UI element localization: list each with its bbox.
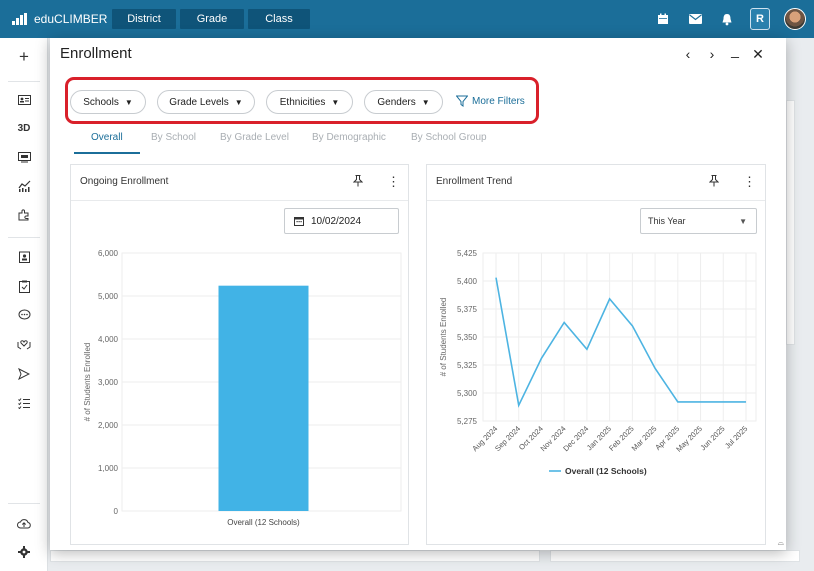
modal-title: Enrollment	[60, 45, 132, 62]
pin-icon[interactable]	[708, 175, 720, 190]
card-title: Ongoing Enrollment	[80, 176, 169, 187]
x-tick-label: Overall (12 Schools)	[227, 518, 300, 527]
minimize-icon[interactable]: _	[728, 42, 742, 58]
line-chart-icon[interactable]	[14, 176, 34, 196]
3d-view-icon[interactable]: 3D	[14, 118, 34, 138]
y-tick-label: 4,000	[98, 335, 119, 344]
more-filters-label: More Filters	[472, 95, 525, 107]
kebab-menu-icon[interactable]: ⋮	[743, 174, 756, 190]
caret-down-icon: ▼	[331, 97, 340, 107]
bar-chart-logo-icon	[12, 13, 27, 25]
bell-icon[interactable]	[718, 10, 736, 28]
tab-by-grade-level[interactable]: By Grade Level	[220, 132, 289, 143]
y-axis-label: # of Students Enrolled	[83, 343, 92, 422]
hands-heart-icon[interactable]	[14, 334, 34, 354]
date-picker[interactable]: 10/02/2024	[284, 208, 399, 234]
x-tick-label: Jul 2025	[723, 424, 749, 450]
background-panel	[50, 550, 540, 562]
clipboard-icon[interactable]	[14, 276, 34, 296]
series-line	[495, 277, 746, 408]
x-tick-label: Jun 2025	[698, 424, 726, 452]
next-chevron-icon[interactable]: ›	[705, 46, 719, 62]
puzzle-icon[interactable]	[14, 205, 34, 225]
ongoing-enrollment-chart: 0 1,000 2,000 3,000 4,000 5,000 6,000 Overall (…	[83, 249, 402, 527]
enrollment-trend-card: Enrollment Trend ⋮ This Year ▼ 5,275 5,30…	[426, 164, 766, 545]
y-tick-label: 5,000	[98, 292, 119, 301]
cloud-upload-icon[interactable]	[14, 513, 34, 533]
close-icon[interactable]: ✕	[751, 46, 765, 63]
brand[interactable]: eduCLIMBER	[0, 12, 112, 26]
active-tab-indicator	[74, 152, 140, 154]
tab-by-school-group[interactable]: By School Group	[411, 132, 487, 143]
y-tick-label: 6,000	[98, 249, 119, 258]
gear-icon[interactable]	[14, 542, 34, 562]
y-tick-label: 3,000	[98, 378, 119, 387]
id-card-icon[interactable]	[14, 90, 34, 110]
y-tick-label: 1,000	[98, 464, 119, 473]
pin-icon[interactable]	[352, 175, 364, 190]
period-value: This Year	[648, 216, 686, 226]
period-select[interactable]: This Year ▼	[640, 208, 757, 234]
previous-chevron-icon[interactable]: ‹	[681, 46, 695, 62]
genders-filter-button[interactable]: Genders ▼	[364, 90, 443, 114]
bar	[218, 285, 309, 511]
top-bar: eduCLIMBER District Grade Class R	[0, 0, 814, 38]
caret-down-icon: ▼	[739, 217, 747, 226]
calendar-icon	[294, 217, 304, 226]
y-tick-label: 5,425	[457, 249, 478, 258]
monitor-icon[interactable]	[14, 147, 34, 167]
nav-district-button[interactable]: District	[112, 9, 176, 29]
ongoing-enrollment-card: Ongoing Enrollment ⋮ 10/02/2024 0 1,000 2,…	[70, 164, 409, 545]
plus-icon[interactable]: +	[14, 47, 34, 67]
background-panel	[786, 100, 795, 345]
filter-label: Ethnicities	[279, 96, 326, 108]
date-value: 10/02/2024	[311, 215, 362, 227]
tab-overall[interactable]: Overall	[91, 132, 123, 143]
filter-label: Grade Levels	[169, 96, 229, 108]
mail-icon[interactable]	[686, 10, 704, 28]
y-tick-label: 5,400	[457, 277, 478, 286]
nav-class-button[interactable]: Class	[248, 9, 310, 29]
x-tick-label: Sep 2024	[493, 424, 522, 453]
caret-down-icon: ▼	[421, 97, 430, 107]
kebab-menu-icon[interactable]: ⋮	[387, 174, 400, 190]
resize-handle-icon[interactable]: ⌓	[778, 538, 784, 548]
send-icon[interactable]	[14, 364, 34, 384]
y-tick-label: 2,000	[98, 421, 119, 430]
y-tick-label: 5,325	[457, 361, 478, 370]
badge-icon[interactable]	[14, 247, 34, 267]
more-filters-link[interactable]: More Filters	[456, 95, 525, 107]
tab-by-school[interactable]: By School	[151, 132, 196, 143]
card-title: Enrollment Trend	[436, 176, 513, 187]
legend-label: Overall (12 Schools)	[565, 466, 647, 476]
caret-down-icon: ▼	[234, 97, 243, 107]
enrollment-trend-chart: 5,2755,3005,3255,3505,3755,4005,425Aug 2…	[439, 249, 757, 476]
enrollment-modal: Enrollment ‹ › _ ✕ Schools ▼ Grade Levels…	[50, 38, 786, 550]
tab-by-demographic[interactable]: By Demographic	[312, 132, 386, 143]
background-panel	[550, 550, 800, 562]
feedback-icon[interactable]	[14, 305, 34, 325]
profile-badge[interactable]: R	[750, 8, 770, 30]
y-tick-label: 5,350	[457, 333, 478, 342]
y-tick-label: 5,375	[457, 305, 478, 314]
left-sidebar: + 3D	[0, 38, 48, 571]
nav-grade-button[interactable]: Grade	[180, 9, 244, 29]
user-avatar[interactable]	[784, 8, 806, 30]
y-tick-label: 5,275	[457, 417, 478, 426]
grade-levels-filter-button[interactable]: Grade Levels ▼	[157, 90, 255, 114]
x-tick-label: Mar 2025	[630, 424, 659, 453]
y-tick-label: 0	[114, 507, 119, 516]
checklist-icon[interactable]	[14, 393, 34, 413]
ethnicities-filter-button[interactable]: Ethnicities ▼	[266, 90, 353, 114]
x-tick-label: Dec 2024	[561, 424, 590, 453]
filter-label: Genders	[377, 96, 416, 108]
y-tick-label: 5,300	[457, 389, 478, 398]
caret-down-icon: ▼	[124, 97, 133, 107]
calendar-icon[interactable]	[654, 10, 672, 28]
funnel-icon	[456, 95, 468, 107]
brand-name: eduCLIMBER	[34, 12, 108, 26]
y-axis-label: # of Students Enrolled	[439, 298, 448, 377]
schools-filter-button[interactable]: Schools ▼	[70, 90, 146, 114]
filter-label: Schools	[83, 96, 119, 108]
